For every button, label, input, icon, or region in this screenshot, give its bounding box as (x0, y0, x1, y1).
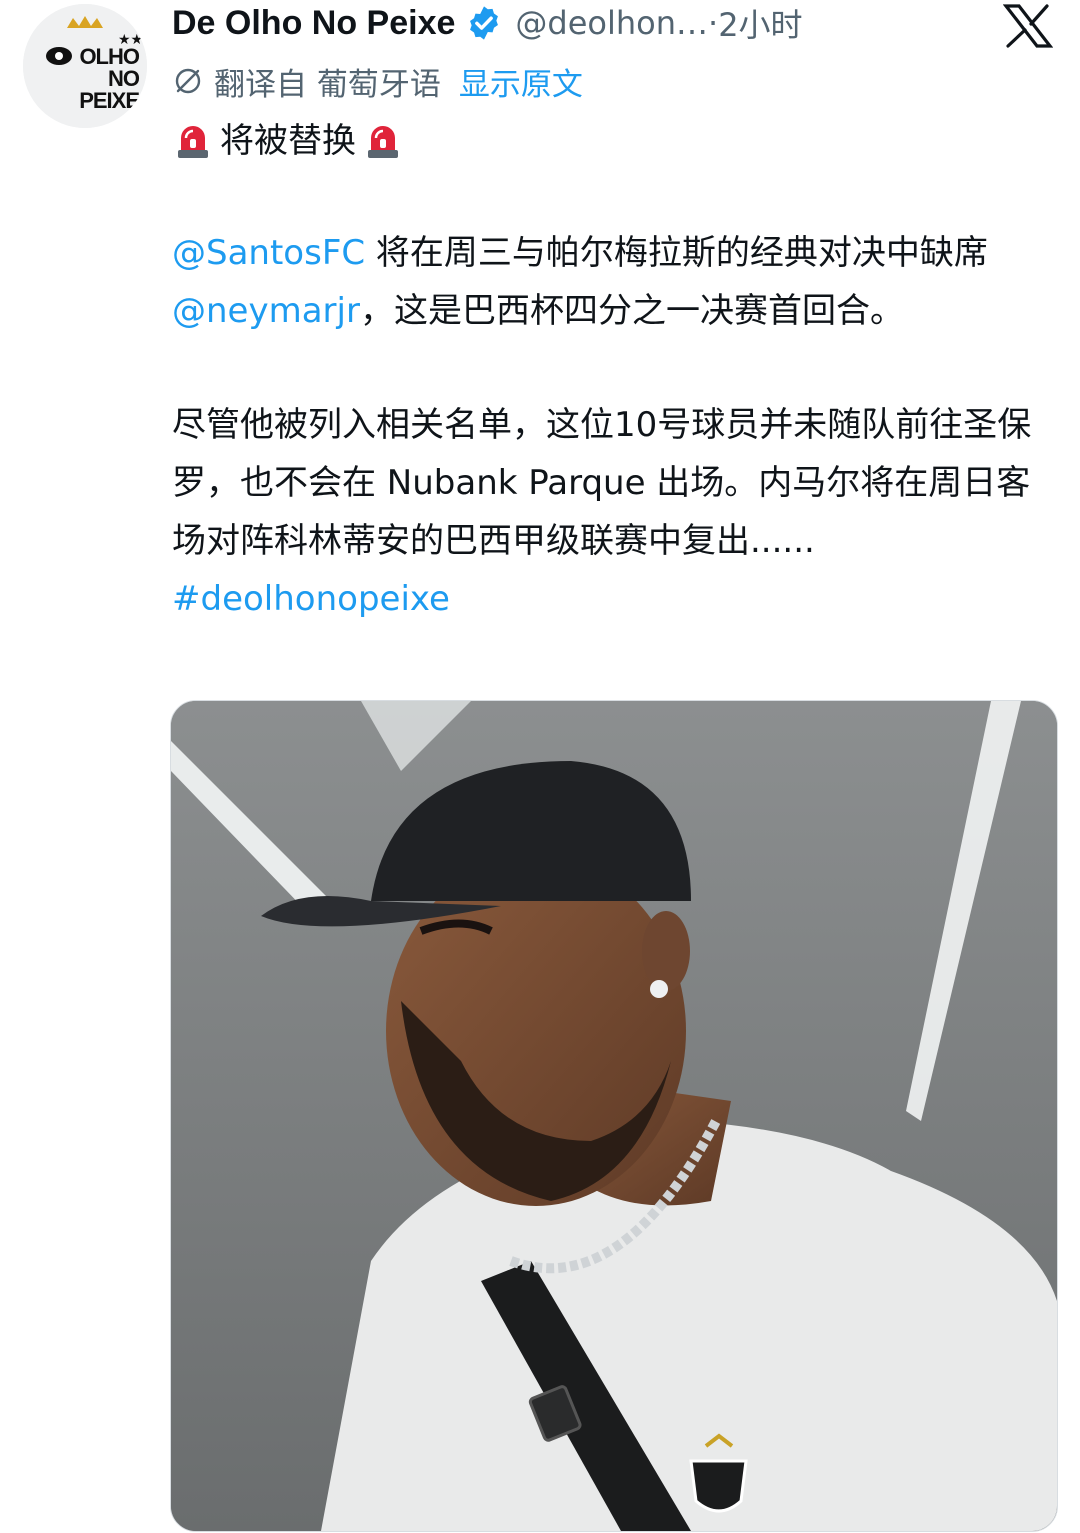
post-header: De Olho No Peixe @deolhon… · 2小时 (172, 0, 912, 46)
paragraph-1-text-b: ，这是巴西杯四分之一决赛首回合。 (359, 291, 904, 331)
separator: · (708, 4, 719, 42)
police-siren-icon (362, 120, 404, 162)
translation-row: 翻译自 葡萄牙语 显示原文 (172, 58, 583, 104)
police-siren-icon (172, 120, 214, 162)
post-paragraph-2: 尽管他被列入相关名单，这位10号球员并未随队前往圣保罗，也不会在 Nubank … (172, 396, 1062, 628)
verified-badge-icon (465, 4, 503, 42)
show-original-link[interactable]: 显示原文 (459, 59, 583, 104)
translated-from-label: 翻译自 葡萄牙语 (214, 66, 441, 103)
mention-neymarjr-link[interactable]: @neymarjr (172, 291, 360, 331)
post-title-line: 将被替换 (172, 114, 1062, 168)
timestamp[interactable]: 2小时 (718, 0, 802, 46)
avatar-logo-text: OLHO NO PEIXE (79, 44, 140, 113)
post-text: 将被替换 @SantosFC 将在周三与帕尔梅拉斯的经典对决中缺席 @neyma… (172, 114, 1062, 628)
mention-santosfc-link[interactable]: @SantosFC (172, 233, 365, 273)
translate-icon (172, 65, 204, 97)
post-photo[interactable] (170, 700, 1058, 1532)
display-name[interactable]: De Olho No Peixe (172, 4, 455, 43)
paragraph-2-text: 尽管他被列入相关名单，这位10号球员并未随队前往圣保罗，也不会在 Nubank … (172, 405, 1032, 561)
avatar[interactable]: ★★ OLHO NO PEIXE (23, 4, 147, 128)
hashtag-link[interactable]: #deolhonopeixe (172, 579, 450, 619)
paragraph-1-text-a: 将在周三与帕尔梅拉斯的经典对决中缺席 (365, 233, 988, 273)
x-logo-icon[interactable] (1002, 4, 1054, 48)
post-paragraph-1: @SantosFC 将在周三与帕尔梅拉斯的经典对决中缺席 @neymarjr，这… (172, 224, 1062, 340)
handle[interactable]: @deolhon… (515, 4, 708, 42)
post-title: 将被替换 (220, 121, 356, 161)
